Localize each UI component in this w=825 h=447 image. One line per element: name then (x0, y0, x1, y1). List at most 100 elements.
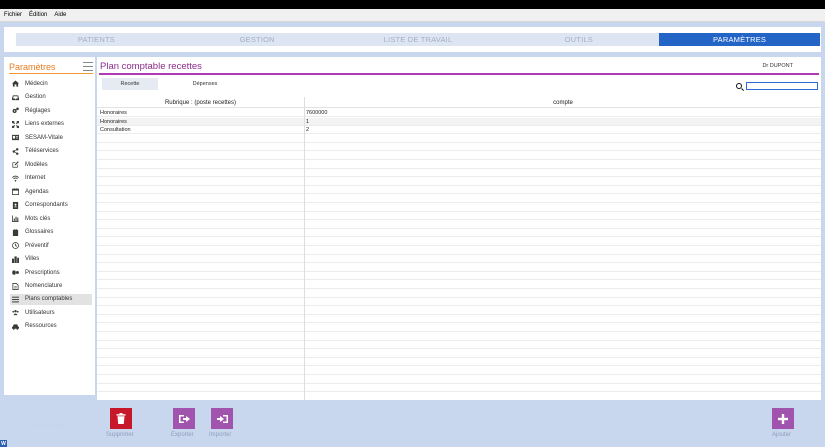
sidebar-item-label: Glossaires (25, 229, 54, 235)
sidebar-item-sesam-vitale[interactable]: SESAM-Vitale (10, 132, 92, 143)
table-row-empty[interactable] (97, 350, 821, 358)
table-row-empty[interactable] (97, 376, 821, 384)
export-button[interactable] (173, 408, 195, 429)
sidebar-item-label: Internet (25, 175, 46, 181)
table-row[interactable]: Consultation 2 (97, 126, 821, 135)
table-row-empty[interactable] (97, 204, 821, 212)
sidebar-item-label: Liens externes (25, 121, 65, 127)
sidebar-item-nomenclature[interactable]: Nomenclature (10, 281, 92, 292)
sidebar-item-label: Réglages (25, 107, 51, 114)
table-row[interactable]: Honoraires 1 (97, 117, 821, 126)
table-row-empty[interactable] (97, 307, 821, 315)
table-row-empty[interactable] (97, 255, 821, 264)
sidebar-item-label: Correspondants (25, 202, 68, 208)
address-book-icon (12, 201, 19, 209)
import-button[interactable] (211, 408, 233, 429)
tab-parametres[interactable]: PARAMÈTRES (659, 33, 820, 46)
inbox-icon (12, 94, 19, 101)
sidebar-item-label: Prescriptions (25, 269, 60, 276)
sidebar-item-prescriptions[interactable]: Prescriptions (10, 267, 92, 278)
table-row-empty[interactable] (97, 212, 821, 221)
sidebar-item-preventif[interactable]: Préventif (10, 240, 92, 251)
column-header-compte[interactable]: compte (305, 97, 821, 108)
table-row[interactable]: Honoraires 7600000 (97, 109, 821, 117)
sidebar-item-modeles[interactable]: Modèles (10, 159, 92, 170)
sidebar-item-label: Gestion (25, 94, 46, 100)
cell-rubrique: Honoraires (100, 110, 127, 116)
tab-outils[interactable]: OUTILS (498, 33, 659, 46)
sidebar-item-label: Villes (25, 256, 40, 262)
table-row-empty[interactable] (97, 195, 821, 203)
sidebar-item-plans-comptables[interactable]: Plans comptables (10, 293, 92, 305)
sidebar-item-label: SESAM-Vitale (25, 134, 63, 141)
sidebar: Paramètres Médecin Gestion Réglages Lien… (4, 57, 95, 430)
sidebar-item-teleservices[interactable]: Téléservices (10, 146, 92, 157)
sidebar-item-gestion[interactable]: Gestion (10, 92, 92, 103)
subtab-depenses[interactable]: Dépenses (177, 78, 233, 90)
cell-compte: 7600000 (306, 110, 328, 116)
tab-gestion[interactable]: GESTION (177, 33, 338, 46)
add-label[interactable]: Ajouter (772, 432, 791, 438)
table-row-empty[interactable] (97, 384, 821, 393)
delete-label[interactable]: Supprimer (106, 432, 134, 438)
table-row-empty[interactable] (97, 186, 821, 195)
table-row-empty[interactable] (97, 143, 821, 152)
table-row-empty[interactable] (97, 135, 821, 143)
sidebar-header: Paramètres (9, 61, 93, 74)
table-row-empty[interactable] (97, 272, 821, 281)
table-row-empty[interactable] (97, 341, 821, 350)
sidebar-item-medecin[interactable]: Médecin (10, 78, 92, 89)
pills-icon (12, 269, 19, 276)
sidebar-item-liens-externes[interactable]: Liens externes (10, 119, 92, 130)
sidebar-item-correspondants[interactable]: Correspondants (10, 200, 92, 211)
table-row-empty[interactable] (97, 161, 821, 169)
calendar-icon (12, 188, 19, 195)
column-divider (304, 97, 305, 400)
id-card-icon (12, 134, 19, 141)
import-label[interactable]: Importer (209, 432, 231, 438)
sidebar-item-utilisateurs[interactable]: Utilisateurs (10, 307, 92, 318)
sidebar-item-glossaires[interactable]: Glossaires (10, 227, 92, 238)
export-label[interactable]: Exporter (171, 432, 194, 438)
menu-aide[interactable]: Aide (54, 12, 66, 18)
table-row-empty[interactable] (97, 221, 821, 229)
sidebar-item-ressources[interactable]: Ressources (10, 321, 92, 332)
page-title: Plan comptable recettes (100, 61, 202, 72)
search-input[interactable] (746, 82, 818, 90)
sidebar-item-agendas[interactable]: Agendas (10, 186, 92, 197)
sidebar-item-internet[interactable]: Internet (10, 173, 92, 184)
column-header-rubrique[interactable]: Rubrique : (poste recettes) (97, 97, 304, 108)
table-row-empty[interactable] (97, 333, 821, 341)
sidebar-item-mots-cles[interactable]: Mots clés (10, 213, 92, 224)
tab-liste-de-travail[interactable]: LISTE DE TRAVAIL (338, 33, 499, 46)
car-icon (12, 323, 19, 330)
table-row-empty[interactable] (97, 238, 821, 246)
tab-patients[interactable]: PATIENTS (16, 33, 177, 46)
table-row-empty[interactable] (97, 229, 821, 238)
table-row-empty[interactable] (97, 324, 821, 332)
table-row-empty[interactable] (97, 298, 821, 307)
table-row-empty[interactable] (97, 169, 821, 178)
sidebar-item-villes[interactable]: Villes (10, 254, 92, 265)
table-row-empty[interactable] (97, 281, 821, 289)
table-row-empty[interactable] (97, 264, 821, 272)
sidebar-item-label: Téléservices (25, 148, 59, 154)
delete-button[interactable] (110, 408, 132, 429)
sidebar-item-label: Mots clés (25, 215, 51, 222)
table-row-empty[interactable] (97, 152, 821, 160)
table-row-empty[interactable] (97, 247, 821, 255)
search-icon[interactable] (736, 83, 742, 89)
table-header: Rubrique : (poste recettes) compte (97, 97, 821, 108)
add-button[interactable] (772, 408, 794, 429)
table-row-empty[interactable] (97, 178, 821, 186)
menu-edition[interactable]: Édition (29, 12, 47, 18)
hamburger-icon[interactable] (83, 62, 93, 71)
table-row-empty[interactable] (97, 367, 821, 375)
table-row-empty[interactable] (97, 290, 821, 298)
sidebar-item-reglages[interactable]: Réglages (10, 105, 92, 116)
menu-fichier[interactable]: Fichier (4, 12, 22, 18)
table-row-empty[interactable] (97, 358, 821, 367)
cell-compte: 1 (306, 118, 310, 125)
table-row-empty[interactable] (97, 315, 821, 324)
subtab-recette[interactable]: Recette (102, 78, 158, 90)
